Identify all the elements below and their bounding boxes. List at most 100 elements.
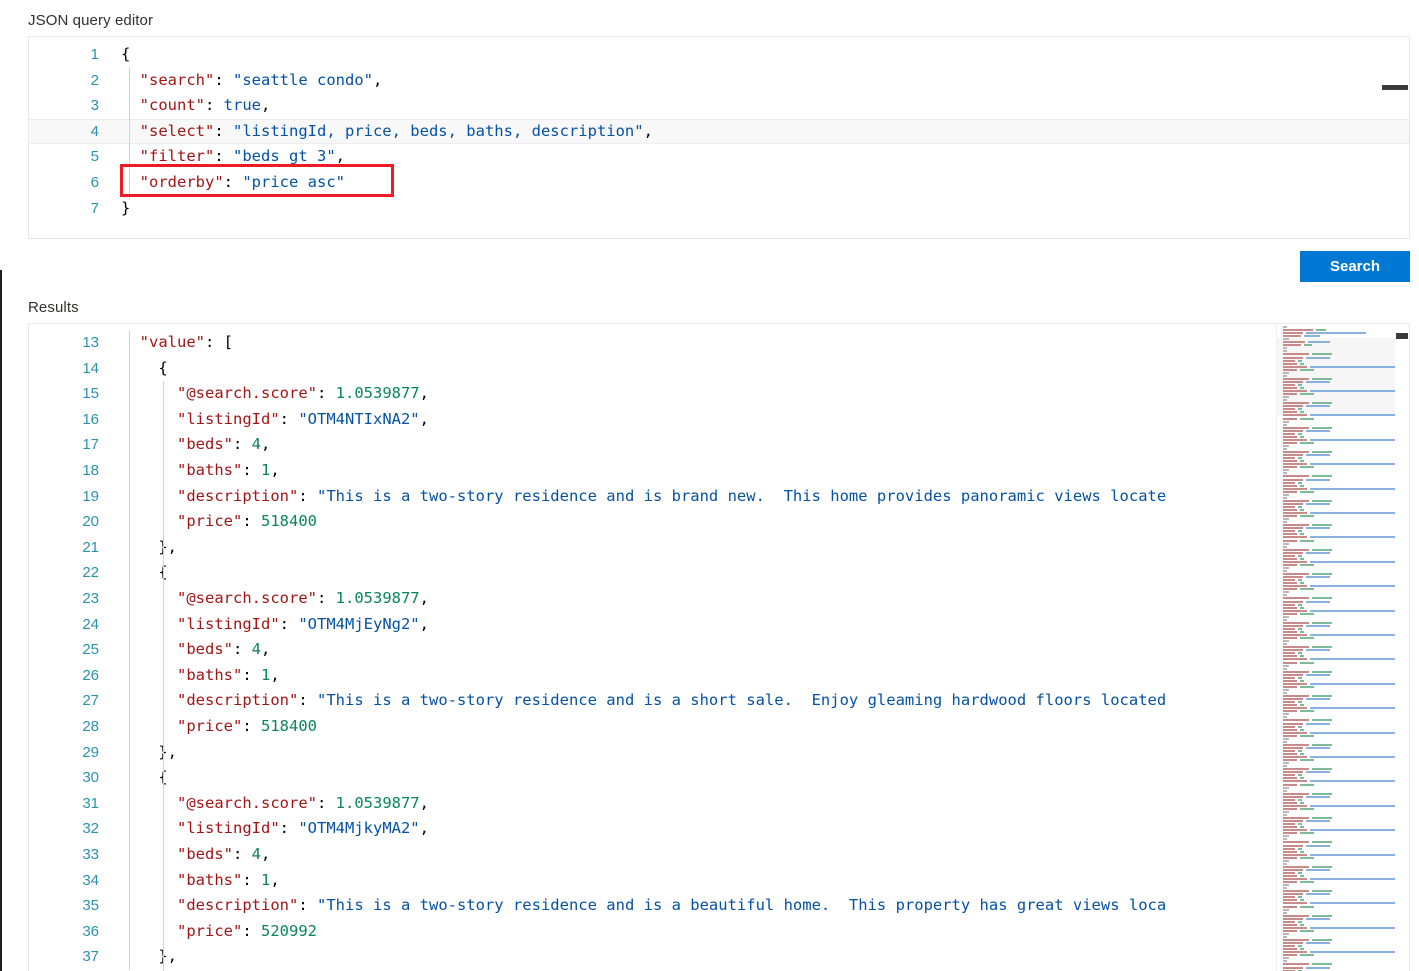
minimap-line-segment	[1300, 588, 1314, 591]
minimap-line-segment	[1310, 487, 1395, 490]
minimap-line-segment	[1283, 923, 1297, 926]
code-line[interactable]: "baths": 1,	[121, 663, 280, 689]
minimap-line-segment	[1298, 579, 1302, 582]
code-line[interactable]: "select": "listingId, price, beds, baths…	[121, 119, 653, 145]
line-number: 34	[82, 871, 99, 889]
json-query-editor-label: JSON query editor	[28, 12, 154, 29]
minimap-line-segment	[1283, 341, 1305, 344]
minimap-line-segment	[1312, 890, 1332, 893]
code-line[interactable]: "price": 518400	[121, 509, 317, 535]
minimap-line-segment	[1300, 533, 1304, 536]
results-vertical-scrollbar[interactable]	[1395, 324, 1409, 971]
minimap-line-segment	[1283, 664, 1289, 667]
minimap-line-segment	[1306, 698, 1330, 701]
minimap-line-segment	[1283, 368, 1297, 371]
minimap-line-segment	[1283, 353, 1309, 356]
minimap-line-segment	[1283, 899, 1297, 902]
code-line[interactable]: {	[121, 42, 130, 68]
minimap-line-segment	[1310, 365, 1395, 368]
minimap-line-segment	[1283, 621, 1309, 624]
line-number: 30	[82, 769, 99, 787]
code-line[interactable]: "description": "This is a two-story resi…	[121, 688, 1166, 714]
code-line[interactable]: "price": 518400	[121, 714, 317, 740]
query-vertical-scrollbar[interactable]	[1382, 37, 1409, 238]
minimap-line-segment	[1283, 676, 1295, 679]
results-editor[interactable]: 13 "value": [14 {15 "@search.score": 1.0…	[28, 323, 1410, 971]
code-line[interactable]: "baths": 1,	[121, 458, 280, 484]
minimap-line-segment	[1283, 637, 1297, 640]
line-number: 3	[90, 97, 99, 115]
minimap-line-segment	[1300, 929, 1314, 932]
minimap-line-segment	[1283, 432, 1295, 435]
minimap-line-segment	[1283, 963, 1309, 966]
code-line[interactable]: "@search.score": 1.0539877,	[121, 381, 429, 407]
results-scrollbar-thumb[interactable]	[1396, 333, 1408, 339]
line-number: 16	[82, 410, 99, 428]
minimap-line-segment	[1283, 383, 1295, 386]
minimap-line-segment	[1306, 454, 1330, 457]
code-line[interactable]: "value": [	[121, 330, 233, 356]
code-line[interactable]: "listingId": "OTM4NTIxNA2",	[121, 407, 429, 433]
code-line[interactable]: "price": 520992	[121, 919, 317, 945]
token-punc: ,	[261, 845, 271, 863]
code-line[interactable]: "description": "This is a two-story resi…	[121, 484, 1166, 510]
code-line[interactable]: "@search.score": 1.0539877,	[121, 791, 429, 817]
minimap-line-segment	[1300, 954, 1314, 957]
code-line[interactable]: {	[121, 560, 167, 586]
minimap-line-segment	[1283, 688, 1289, 691]
minimap-line-segment	[1306, 356, 1330, 359]
token-key: "beds"	[177, 640, 233, 659]
line-number: 6	[90, 174, 99, 191]
token-punc: }	[121, 198, 131, 217]
minimap-line-segment	[1283, 380, 1303, 383]
minimap-line-segment	[1298, 359, 1302, 362]
minimap-line-segment	[1283, 917, 1303, 920]
code-line[interactable]: {	[121, 765, 167, 791]
code-line[interactable]: "beds": 4,	[121, 637, 270, 663]
code-line[interactable]: {	[121, 356, 167, 382]
minimap-line-segment	[1298, 798, 1302, 801]
code-line[interactable]: "beds": 4,	[121, 432, 270, 458]
minimap-line-segment	[1312, 646, 1332, 649]
token-punc: :	[242, 717, 261, 735]
search-button[interactable]: Search	[1300, 251, 1410, 282]
json-query-editor[interactable]: 1 {2 "search": "seattle condo", 3 "count":…	[28, 36, 1410, 239]
token-str: "This is a two-story residence and is a …	[317, 896, 1167, 915]
minimap-line-segment	[1283, 655, 1297, 658]
results-minimap[interactable]	[1276, 324, 1395, 971]
query-scrollbar-thumb[interactable]	[1382, 85, 1408, 90]
minimap-line-segment	[1283, 365, 1307, 368]
line-number: 19	[82, 487, 99, 505]
minimap-line-segment	[1304, 344, 1312, 347]
minimap-line-segment	[1283, 329, 1313, 332]
minimap-line-segment	[1283, 932, 1289, 935]
minimap-line-segment	[1283, 780, 1307, 783]
minimap-line-segment	[1300, 631, 1304, 633]
minimap-line-segment	[1300, 655, 1304, 658]
token-key: "count"	[139, 96, 205, 115]
code-line[interactable]: "count": true,	[121, 93, 271, 119]
minimap-line-segment	[1283, 652, 1295, 655]
code-line[interactable]: "baths": 1,	[121, 868, 280, 894]
minimap-line-segment	[1283, 631, 1297, 633]
minimap-line-segment	[1283, 768, 1309, 771]
minimap-line-segment	[1312, 914, 1332, 917]
code-line[interactable]: "beds": 4,	[121, 842, 270, 868]
line-number: 32	[82, 820, 99, 838]
minimap-line-segment	[1283, 759, 1297, 762]
minimap-line-segment	[1283, 505, 1295, 508]
code-line[interactable]: "listingId": "OTM4MjkyMA2",	[121, 816, 429, 842]
minimap-line-segment	[1283, 487, 1307, 490]
minimap-line-segment	[1300, 777, 1304, 780]
minimap-line-segment	[1283, 530, 1295, 533]
minimap-line-segment	[1283, 911, 1287, 914]
minimap-line-segment	[1283, 399, 1287, 402]
token-key: "beds"	[177, 435, 233, 454]
token-key: "select"	[139, 121, 215, 140]
code-line[interactable]: "@search.score": 1.0539877,	[121, 586, 429, 612]
line-number: 18	[82, 462, 99, 479]
code-line[interactable]: "description": "This is a two-story resi…	[121, 893, 1166, 919]
code-line[interactable]: "listingId": "OTM4MjEyNg2",	[121, 612, 429, 638]
code-line[interactable]: "search": "seattle condo",	[121, 68, 383, 94]
minimap-line-segment	[1283, 344, 1301, 347]
